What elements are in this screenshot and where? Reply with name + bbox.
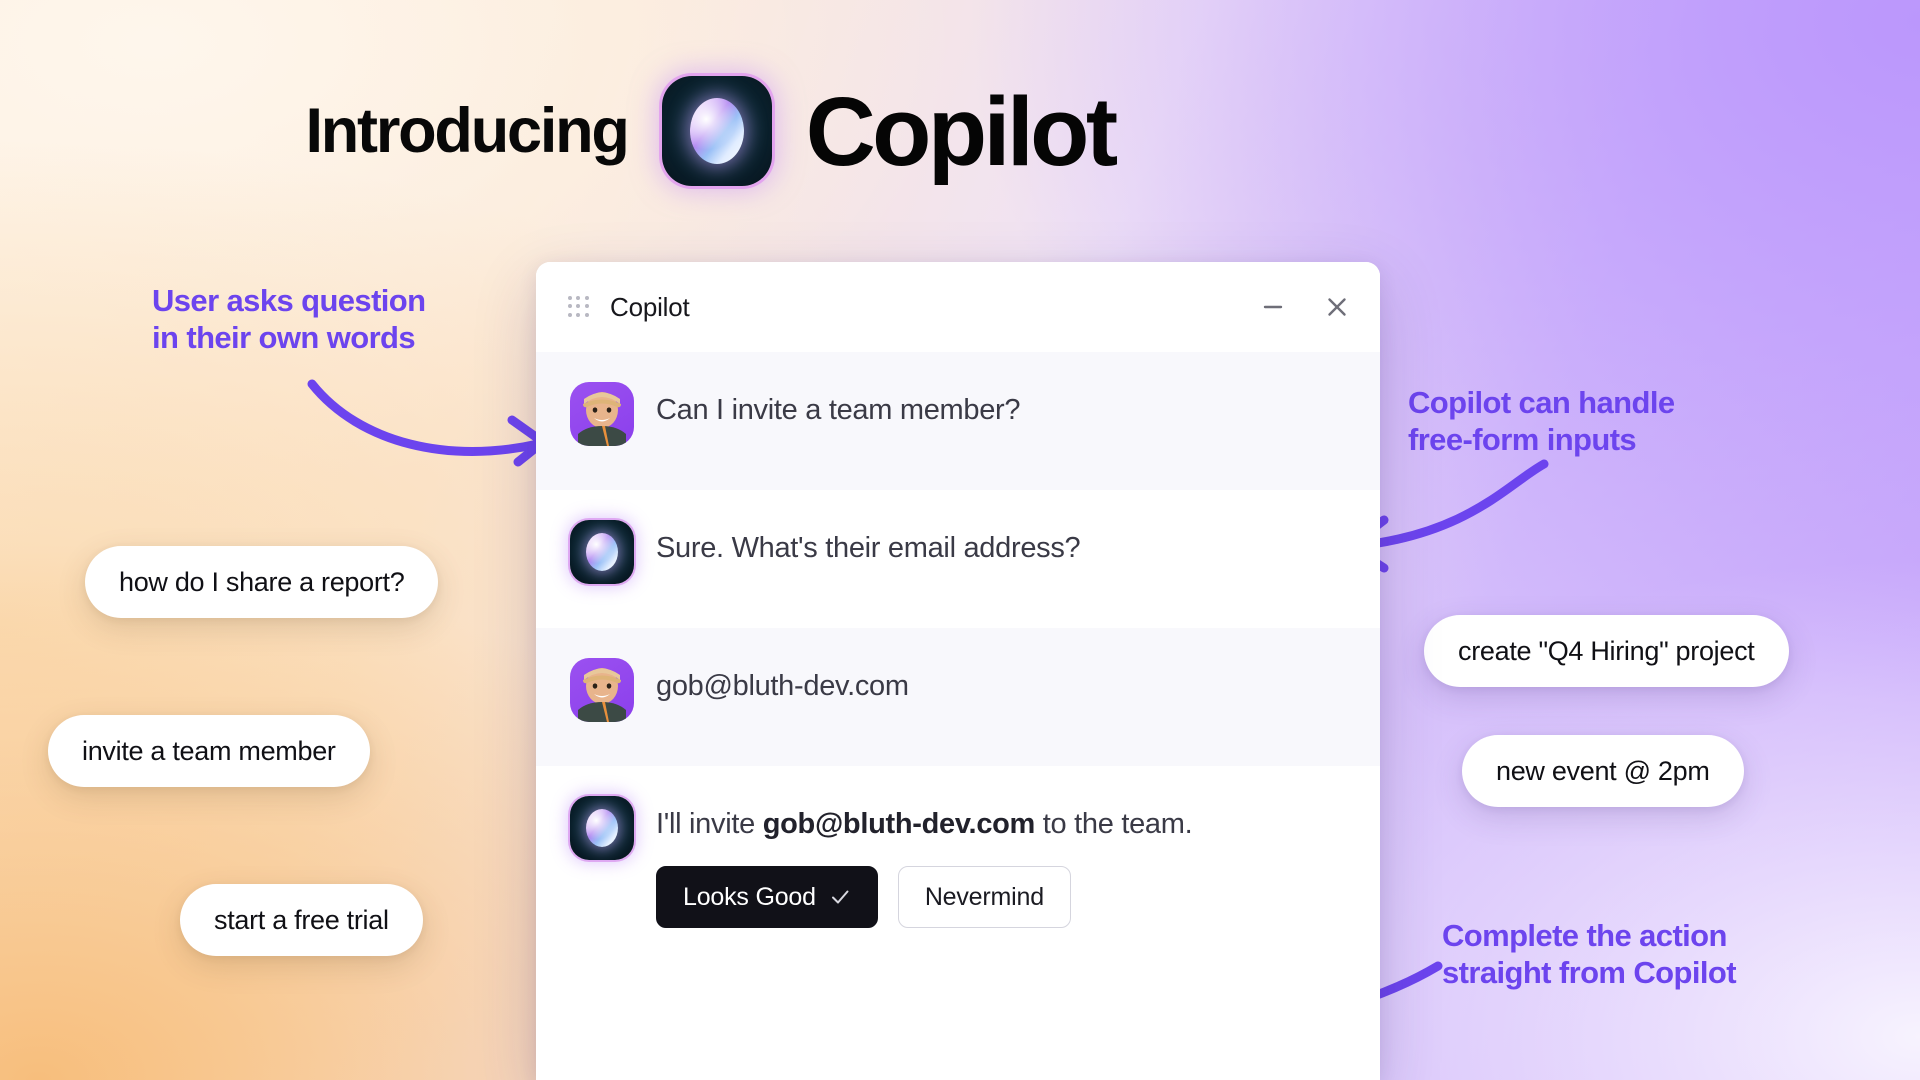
- headline-intro-text: Introducing: [305, 96, 629, 166]
- annotation-free-form-inputs: Copilot can handle free-form inputs: [1408, 385, 1675, 457]
- chat-message-row: gob@bluth-dev.com: [536, 628, 1380, 766]
- chat-window-title: Copilot: [610, 291, 690, 322]
- suggestion-pill[interactable]: invite a team member: [48, 715, 370, 787]
- chat-message-row: Sure. What's their email address?: [536, 490, 1380, 628]
- copilot-orb-avatar: [570, 796, 634, 860]
- suggestion-pill[interactable]: how do I share a report?: [85, 546, 439, 618]
- chat-message-row: Can I invite a team member?: [536, 352, 1380, 490]
- annotation-complete-the-action: Complete the action straight from Copilo…: [1442, 918, 1737, 990]
- annotation-user-asks-question: User asks question in their own words: [152, 283, 426, 355]
- nevermind-label: Nevermind: [924, 882, 1044, 911]
- chat-message-body: I'll invite gob@bluth-dev.com to the tea…: [656, 796, 1346, 929]
- chat-message-body: Sure. What's their email address?: [656, 520, 1346, 568]
- chat-message-text: I'll invite gob@bluth-dev.com to the tea…: [656, 805, 1346, 844]
- chat-message-body: gob@bluth-dev.com: [656, 658, 1346, 706]
- nevermind-button[interactable]: Nevermind: [897, 866, 1071, 929]
- message-text-before: I'll invite: [656, 808, 763, 840]
- close-icon[interactable]: [1322, 292, 1352, 322]
- chat-message-body: Can I invite a team member?: [656, 382, 1346, 430]
- grid-dots-icon[interactable]: [568, 296, 590, 318]
- check-icon: [831, 890, 849, 904]
- user-photo-avatar: [570, 658, 634, 722]
- orb-shape: [586, 533, 618, 571]
- message-email-highlight: gob@bluth-dev.com: [762, 808, 1036, 840]
- arrow-left-annotation: [307, 379, 548, 467]
- suggestion-pill[interactable]: new event @ 2pm: [1462, 735, 1744, 807]
- minimize-icon[interactable]: [1258, 292, 1288, 322]
- message-text-after: to the team.: [1035, 808, 1193, 840]
- orb-shape: [689, 98, 744, 164]
- chat-message-text: Sure. What's their email address?: [656, 532, 1081, 564]
- message-action-row: Looks Good Nevermind: [656, 866, 1346, 929]
- chat-message-text: Can I invite a team member?: [656, 394, 1021, 426]
- page-headline: Introducing Copilot: [0, 76, 1420, 186]
- copilot-orb-avatar: [570, 520, 634, 584]
- chat-message-text: gob@bluth-dev.com: [656, 670, 909, 702]
- looks-good-button[interactable]: Looks Good: [656, 866, 878, 929]
- suggestion-pill[interactable]: start a free trial: [180, 884, 423, 956]
- headline-brand-text: Copilot: [805, 76, 1118, 186]
- user-face-illustration: [578, 668, 626, 722]
- copilot-orb-icon: [661, 76, 772, 186]
- copilot-chat-window: Copilot Can I invite a team member? Sure…: [536, 262, 1380, 1080]
- chat-message-row-with-actions: I'll invite gob@bluth-dev.com to the tea…: [536, 766, 1380, 959]
- orb-shape: [586, 809, 618, 847]
- suggestion-pill[interactable]: create "Q4 Hiring" project: [1424, 615, 1789, 687]
- user-photo-avatar: [570, 382, 634, 446]
- chat-window-header: Copilot: [536, 262, 1380, 352]
- looks-good-label: Looks Good: [683, 882, 816, 911]
- window-controls: [1258, 292, 1352, 322]
- user-face-illustration: [578, 392, 626, 446]
